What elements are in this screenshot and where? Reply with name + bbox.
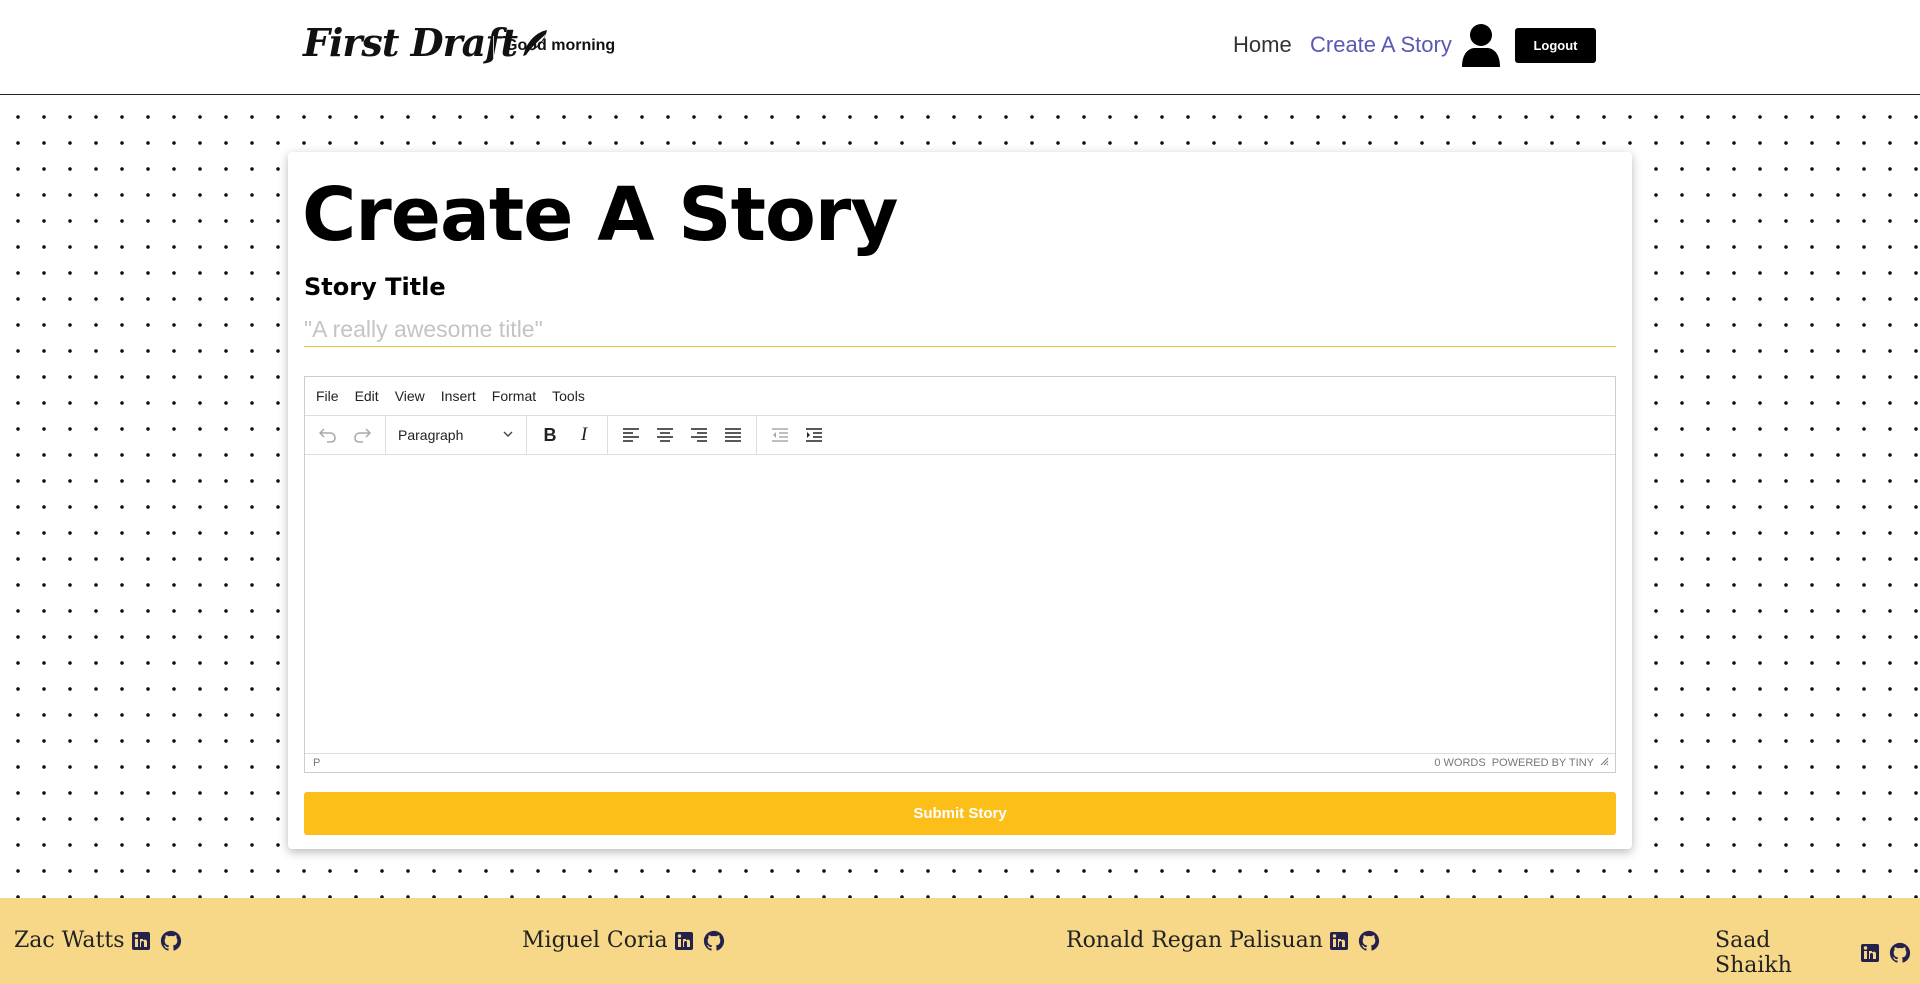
alignment-group [608,416,757,454]
greeting-text: Good morning [505,37,616,54]
editor-menubar: File Edit View Insert Format Tools [305,377,1615,416]
editor-toolbar: Paragraph B I [305,416,1615,455]
linkedin-icon[interactable] [131,931,151,951]
team-member: Ronald Regan Palisuan [1066,928,1389,953]
block-format-select[interactable]: Paragraph [392,420,520,450]
user-profile-icon[interactable] [1461,23,1501,71]
word-count[interactable]: 0 WORDS [1434,757,1485,769]
menu-insert[interactable]: Insert [433,388,484,404]
nav-create-story-link[interactable]: Create A Story [1310,32,1452,58]
linkedin-icon[interactable] [1329,931,1349,951]
header-divider [493,36,494,58]
chevron-down-icon [502,427,514,443]
linkedin-icon[interactable] [1860,943,1880,963]
menu-edit[interactable]: Edit [347,388,387,404]
submit-story-button[interactable]: Submit Story [304,792,1616,835]
align-right-icon[interactable] [682,420,716,450]
align-center-icon[interactable] [648,420,682,450]
history-group [305,416,386,454]
italic-icon[interactable]: I [567,420,601,450]
nav-home-link[interactable]: Home [1233,32,1292,58]
create-story-card: Create A Story Story Title File Edit Vie… [288,152,1632,849]
member-name: Ronald Regan Palisuan [1066,928,1323,953]
powered-by-link[interactable]: POWERED BY TINY [1492,757,1594,769]
status-right: 0 WORDS POWERED BY TINY [1428,757,1609,769]
align-justify-icon[interactable] [716,420,750,450]
story-title-input[interactable] [304,313,1616,347]
editor-content-area[interactable] [305,455,1615,753]
menu-format[interactable]: Format [484,388,544,404]
redo-icon[interactable] [345,420,379,450]
bold-icon[interactable]: B [533,420,567,450]
block-format-group: Paragraph [386,416,527,454]
github-icon[interactable] [1358,930,1380,952]
github-icon[interactable] [1889,942,1911,964]
indent-group [757,416,837,454]
team-member: Saad Shaikh [1715,928,1920,978]
team-member: Zac Watts [14,928,191,953]
outdent-icon[interactable] [763,420,797,450]
rich-text-editor: File Edit View Insert Format Tools Parag… [304,376,1616,773]
element-path[interactable]: P [313,757,320,769]
story-title-label: Story Title [304,273,446,301]
resize-handle-icon[interactable] [1600,757,1609,769]
site-header: First Draft Good morning Home Create A S… [0,0,1920,95]
text-style-group: B I [527,416,608,454]
linkedin-icon[interactable] [674,931,694,951]
site-footer: Zac Watts Miguel Coria Ronald Regan Pali… [0,898,1920,984]
member-name: Miguel Coria [522,928,668,953]
github-icon[interactable] [703,930,725,952]
member-name: Zac Watts [14,928,125,953]
align-left-icon[interactable] [614,420,648,450]
github-icon[interactable] [160,930,182,952]
team-member: Miguel Coria [522,928,734,953]
menu-file[interactable]: File [308,388,347,404]
logout-button[interactable]: Logout [1515,28,1596,63]
menu-view[interactable]: View [387,388,433,404]
menu-tools[interactable]: Tools [544,388,593,404]
indent-icon[interactable] [797,420,831,450]
member-name: Saad Shaikh [1715,928,1792,978]
editor-statusbar: P 0 WORDS POWERED BY TINY [305,753,1615,771]
block-format-value: Paragraph [398,427,464,443]
logo-text: First Draft [303,20,518,65]
undo-icon[interactable] [311,420,345,450]
page-title: Create A Story [302,172,899,258]
